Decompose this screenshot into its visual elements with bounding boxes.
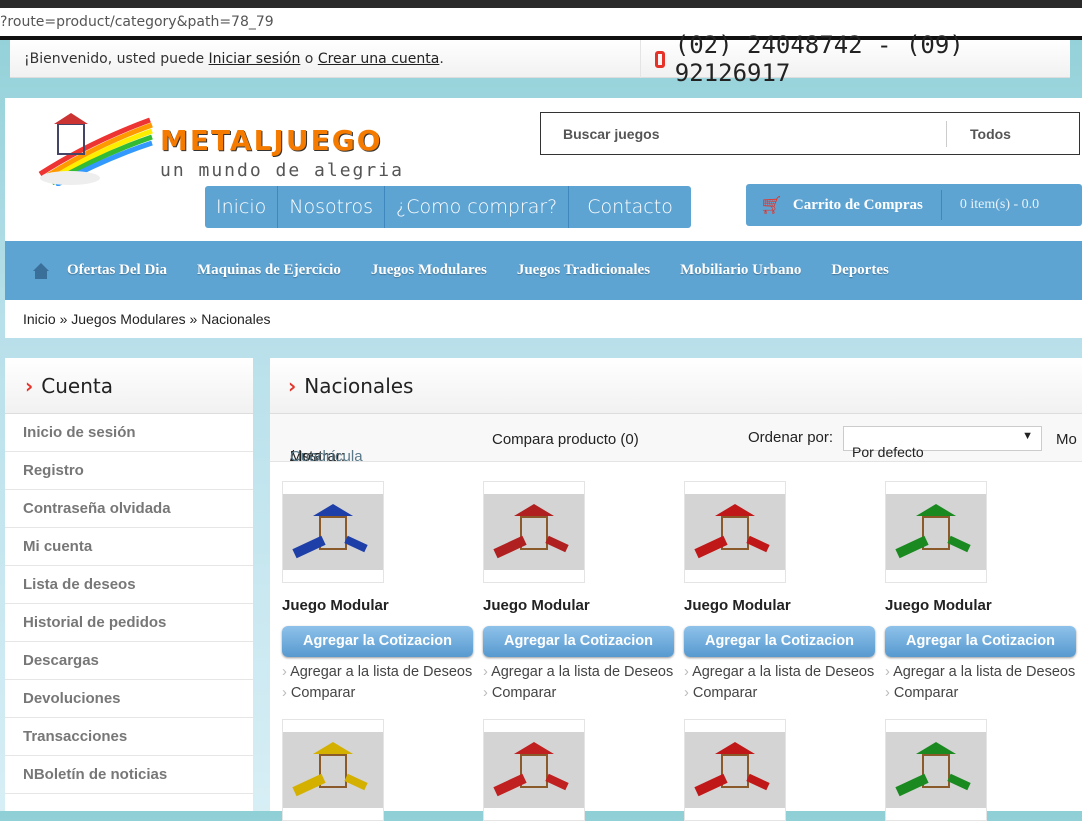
menu-contacto[interactable]: Contacto — [569, 186, 691, 228]
phone-number: (02) 24048742 - (09) 92126917 — [674, 31, 964, 87]
product-card: Juego Modular Agregar la Cotizacion Agre… — [282, 481, 477, 704]
limit-label: Mo — [1056, 431, 1077, 448]
cart-label: Carrito de Compras — [793, 190, 942, 220]
add-to-quote-button[interactable]: Agregar la Cotizacion — [282, 626, 473, 657]
register-link[interactable]: Crear una cuenta — [318, 51, 440, 67]
sidebar-item-forgot-password[interactable]: Contraseña olvidada — [5, 490, 253, 528]
product-card: Juego Modular Agregar la Cotizacion Agre… — [684, 481, 879, 704]
menu-nosotros[interactable]: Nosotros — [278, 186, 386, 228]
product-image[interactable] — [684, 481, 786, 583]
sidebar-header: › Cuenta — [5, 358, 253, 414]
nav-deportes[interactable]: Deportes — [831, 262, 888, 279]
add-to-quote-button[interactable]: Agregar la Cotizacion — [885, 626, 1076, 657]
add-to-quote-button[interactable]: Agregar la Cotizacion — [483, 626, 674, 657]
phone-box: (02) 24048742 - (09) 92126917 — [640, 31, 1070, 87]
breadcrumb[interactable]: Inicio » Juegos Modulares » Nacionales — [5, 300, 1082, 338]
browser-tab-bar — [0, 0, 1082, 8]
product-card — [483, 719, 678, 821]
compare-link[interactable]: Compara producto (0) — [492, 431, 639, 448]
site-header: METALJUEGO un mundo de alegria Buscar ju… — [5, 98, 1082, 241]
product-card — [684, 719, 879, 821]
sidebar-item-downloads[interactable]: Descargas — [5, 642, 253, 680]
dropdown-arrow-icon: ▼ — [1022, 430, 1033, 442]
menu-inicio[interactable]: Inicio — [205, 186, 279, 228]
add-to-quote-button[interactable]: Agregar la Cotizacion — [684, 626, 875, 657]
product-image[interactable] — [483, 719, 585, 821]
product-name[interactable]: Juego Modular — [483, 597, 678, 614]
add-to-wishlist-link[interactable]: Agregar a la lista de Deseos — [885, 662, 1080, 683]
brand-name: METALJUEGO — [160, 124, 383, 157]
product-image[interactable] — [282, 481, 384, 583]
sidebar-item-register[interactable]: Registro — [5, 452, 253, 490]
category-header: › Nacionales — [270, 358, 1082, 414]
product-name[interactable]: Juego Modular — [684, 597, 879, 614]
sidebar-title: Cuenta — [41, 373, 113, 398]
sidebar-item-newsletter[interactable]: NBoletín de noticias — [5, 756, 253, 794]
top-bar: ¡Bienvenido, usted puede Iniciar sesión … — [10, 31, 1070, 87]
period: . — [439, 51, 444, 67]
nav-mobiliario[interactable]: Mobiliario Urbano — [680, 262, 801, 279]
phone-icon — [655, 50, 665, 68]
product-image[interactable] — [885, 481, 987, 583]
compare-product-link[interactable]: Comparar — [282, 683, 477, 704]
add-to-wishlist-link[interactable]: Agregar a la lista de Deseos — [282, 662, 477, 683]
product-card — [282, 719, 477, 821]
product-image[interactable] — [885, 719, 987, 821]
sidebar-item-my-account[interactable]: Mi cuenta — [5, 528, 253, 566]
chevron-right-icon: › — [25, 373, 34, 398]
product-name[interactable]: Juego Modular — [885, 597, 1080, 614]
nav-maquinas[interactable]: Maquinas de Ejercicio — [197, 262, 341, 279]
sidebar-item-transactions[interactable]: Transacciones — [5, 718, 253, 756]
product-toolbar: Mostrar: Lista / Cuadrícula Compara prod… — [270, 414, 1082, 465]
compare-product-link[interactable]: Comparar — [885, 683, 1080, 704]
product-image[interactable] — [282, 719, 384, 821]
nav-juegos-modulares[interactable]: Juegos Modulares — [371, 262, 487, 279]
menu-como-comprar[interactable]: ¿Como comprar? — [385, 186, 570, 228]
category-title: Nacionales — [304, 373, 414, 398]
product-card: Juego Modular Agregar la Cotizacion Agre… — [885, 481, 1080, 704]
playground-logo-icon — [38, 113, 153, 188]
product-image[interactable] — [684, 719, 786, 821]
sidebar-item-wishlist[interactable]: Lista de deseos — [5, 566, 253, 604]
or-label: o — [300, 51, 318, 67]
account-sidebar: › Cuenta Inicio de sesión Registro Contra… — [5, 358, 253, 811]
welcome-label: ¡Bienvenido, usted puede — [24, 51, 209, 67]
cart-button[interactable]: 🛒︎ Carrito de Compras 0 item(s) - 0.0 — [746, 184, 1082, 226]
sidebar-item-order-history[interactable]: Historial de pedidos — [5, 604, 253, 642]
home-icon[interactable] — [31, 261, 51, 281]
compare-product-link[interactable]: Comparar — [684, 683, 879, 704]
login-link[interactable]: Iniciar sesión — [209, 51, 301, 67]
add-to-wishlist-link[interactable]: Agregar a la lista de Deseos — [483, 662, 678, 683]
logo[interactable]: METALJUEGO un mundo de alegria — [30, 112, 430, 188]
category-select[interactable]: Todos — [947, 126, 1011, 142]
product-card — [885, 719, 1080, 821]
top-menu: Inicio Nosotros ¿Como comprar? Contacto — [205, 186, 691, 228]
cart-icon: 🛒︎ — [760, 194, 783, 215]
add-to-wishlist-link[interactable]: Agregar a la lista de Deseos — [684, 662, 879, 683]
grid-view-link[interactable]: Cuadrícula — [290, 448, 363, 465]
sidebar-item-login[interactable]: Inicio de sesión — [5, 414, 253, 452]
category-nav: Ofertas Del Dia Maquinas de Ejercicio Ju… — [5, 241, 1082, 300]
sidebar-item-returns[interactable]: Devoluciones — [5, 680, 253, 718]
chevron-right-icon: › — [288, 373, 297, 398]
welcome-text: ¡Bienvenido, usted puede Iniciar sesión … — [24, 51, 444, 67]
category-content: › Nacionales Mostrar: Lista / Cuadrícula … — [270, 358, 1082, 821]
product-card: Juego Modular Agregar la Cotizacion Agre… — [483, 481, 678, 704]
tagline: un mundo de alegria — [160, 160, 404, 181]
sort-label: Ordenar por: — [748, 429, 834, 446]
product-name[interactable]: Juego Modular — [282, 597, 477, 614]
compare-product-link[interactable]: Comparar — [483, 683, 678, 704]
cart-summary: 0 item(s) - 0.0 — [959, 197, 1040, 212]
search-input[interactable]: Buscar juegos — [541, 120, 947, 147]
search-bar: Buscar juegos Todos — [540, 112, 1080, 155]
product-image[interactable] — [483, 481, 585, 583]
nav-juegos-tradicionales[interactable]: Juegos Tradicionales — [517, 262, 650, 279]
sort-value: Por defecto — [852, 444, 924, 460]
sort-select[interactable]: Por defecto ▼ — [843, 426, 1042, 460]
nav-ofertas[interactable]: Ofertas Del Dia — [67, 262, 167, 279]
